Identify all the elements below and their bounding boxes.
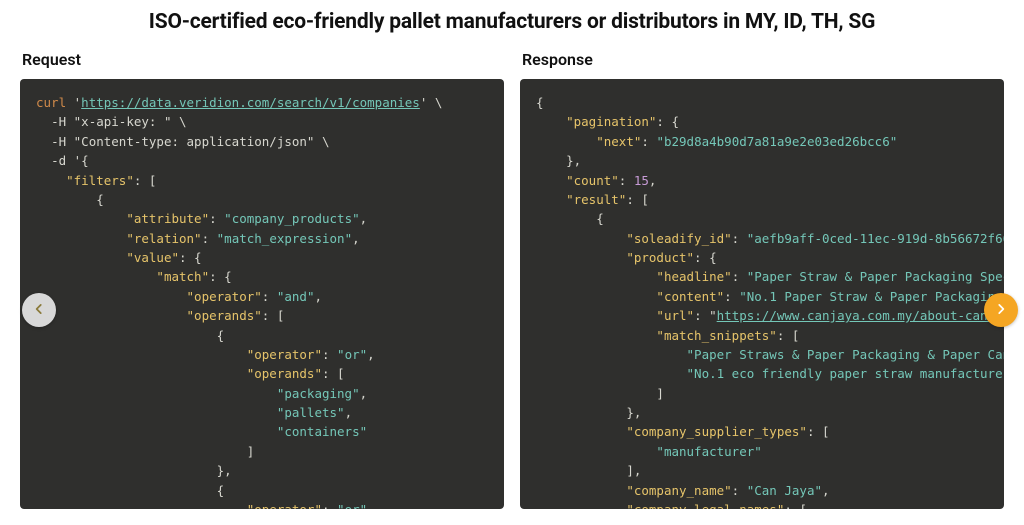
key-count: "count" — [566, 173, 619, 188]
key-soleadify-id: "soleadify_id" — [626, 231, 731, 246]
request-url[interactable]: https://data.veridion.com/search/v1/comp… — [81, 95, 420, 110]
key-match: "match" — [156, 269, 209, 284]
key-attribute: "attribute" — [126, 211, 209, 226]
key-pagination: "pagination" — [566, 114, 656, 129]
key-next: "next" — [596, 134, 641, 149]
response-pre: { "pagination": { "next": "b29d8a4b90d7a… — [536, 93, 988, 509]
key-url: "url" — [656, 308, 694, 323]
val-relation: "match_expression" — [217, 231, 352, 246]
operand-packaging: "packaging" — [277, 386, 360, 401]
response-column: Response { "pagination": { "next": "b29d… — [520, 40, 1004, 509]
header-api-key: -H "x-api-key: " \ — [51, 114, 186, 129]
key-headline: "headline" — [656, 269, 731, 284]
chevron-left-icon — [32, 301, 46, 320]
prev-button[interactable] — [22, 293, 56, 327]
key-operator-3: "operator" — [247, 502, 322, 509]
val-manufacturer: "manufacturer" — [656, 444, 761, 459]
key-product: "product" — [626, 250, 694, 265]
header-content-type: -H "Content-type: application/json" \ — [51, 134, 329, 149]
key-operator-2: "operator" — [247, 347, 322, 362]
key-company-legal-names: "company_legal_names" — [626, 502, 784, 509]
next-button[interactable] — [984, 293, 1018, 327]
snippet-1: "Paper Straws & Paper Packaging & Paper … — [687, 347, 1004, 362]
val-or-1: "or" — [337, 347, 367, 362]
val-count: 15 — [634, 173, 649, 188]
request-column: Request curl 'https://data.veridion.com/… — [20, 40, 504, 509]
val-and: "and" — [277, 289, 315, 304]
response-header: Response — [520, 40, 1004, 79]
data-flag: -d '{ — [51, 153, 89, 168]
key-company-supplier-types: "company_supplier_types" — [626, 424, 807, 439]
request-pre: curl 'https://data.veridion.com/search/v… — [36, 93, 488, 509]
request-code: curl 'https://data.veridion.com/search/v… — [20, 79, 504, 509]
request-header: Request — [20, 40, 504, 79]
val-next: "b29d8a4b90d7a81a9e2e03ed26bcc6" — [656, 134, 897, 149]
key-relation: "relation" — [126, 231, 201, 246]
operand-pallets: "pallets" — [277, 405, 345, 420]
curl-command: curl — [36, 95, 66, 110]
key-company-name: "company_name" — [626, 483, 731, 498]
val-attribute: "company_products" — [224, 211, 359, 226]
val-headline: "Paper Straw & Paper Packaging Specialis… — [747, 269, 1004, 284]
val-url[interactable]: https://www.canjaya.com.my/about-can-jay… — [717, 308, 1004, 323]
val-soleadify-id: "aefb9aff-0ced-11ec-919d-8b56672f66f3" — [747, 231, 1004, 246]
key-filters: "filters" — [66, 173, 134, 188]
key-match-snippets: "match_snippets" — [656, 328, 776, 343]
val-content: "No.1 Paper Straw & Paper Packaging spec… — [739, 289, 1004, 304]
key-operands-2: "operands" — [247, 366, 322, 381]
key-result: "result" — [566, 192, 626, 207]
key-content: "content" — [656, 289, 724, 304]
chevron-right-icon — [994, 301, 1008, 320]
columns: Request curl 'https://data.veridion.com/… — [0, 40, 1024, 509]
operand-containers: "containers" — [277, 424, 367, 439]
key-operator-1: "operator" — [187, 289, 262, 304]
page-title: ISO-certified eco-friendly pallet manufa… — [0, 0, 1024, 40]
val-or-2: "or" — [337, 502, 367, 509]
key-value: "value" — [126, 250, 179, 265]
response-code: { "pagination": { "next": "b29d8a4b90d7a… — [520, 79, 1004, 509]
val-company-name: "Can Jaya" — [747, 483, 822, 498]
snippet-2: "No.1 eco friendly paper straw manufactu… — [687, 366, 1004, 381]
key-operands-1: "operands" — [187, 308, 262, 323]
